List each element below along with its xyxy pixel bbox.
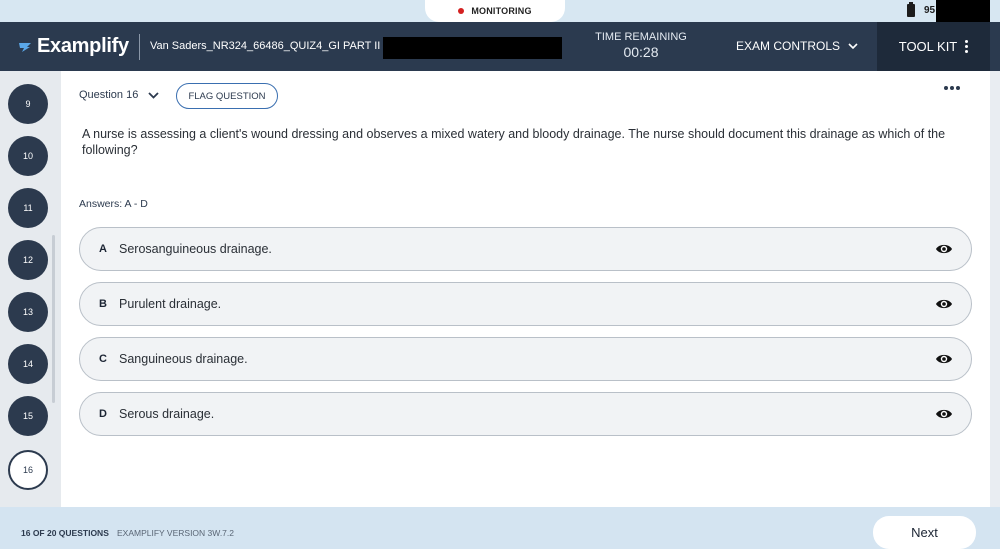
question-nav-item[interactable]: 11: [8, 188, 48, 228]
time-remaining-label: TIME REMAINING: [595, 31, 687, 43]
question-navigator: 9 10 11 12 13 14 15 16: [0, 71, 61, 507]
record-dot-icon: [458, 8, 465, 14]
answer-letter: A: [99, 243, 107, 255]
app-logo: Examplify: [18, 35, 129, 58]
chevron-down-icon: [848, 42, 858, 49]
chevron-down-icon: [148, 91, 159, 99]
answer-option-b[interactable]: B Purulent drainage.: [79, 282, 972, 326]
answer-option-d[interactable]: D Serous drainage.: [79, 392, 972, 436]
question-progress: 16 OF 20 QUESTIONS: [21, 528, 109, 538]
footer-bar: 16 OF 20 QUESTIONS EXAMPLIFY VERSION 3W.…: [0, 507, 1000, 549]
battery-icon: [907, 2, 915, 17]
answer-letter: B: [99, 298, 107, 310]
eye-icon[interactable]: [935, 242, 953, 256]
question-panel: Question 16 FLAG QUESTION A nurse is ass…: [61, 71, 990, 507]
exam-controls-label: EXAM CONTROLS: [736, 39, 841, 53]
kebab-menu-icon: [965, 40, 969, 53]
redaction-box: [936, 0, 990, 22]
monitoring-label: MONITORING: [471, 6, 532, 16]
question-text: A nurse is assessing a client's wound dr…: [82, 127, 946, 157]
eye-icon[interactable]: [935, 352, 953, 366]
question-nav-item[interactable]: 10: [8, 136, 48, 176]
exam-title: Van Saders_NR324_66486_QUIZ4_GI PART II: [150, 40, 381, 52]
question-nav-item[interactable]: 9: [8, 84, 48, 124]
question-label: Question 16: [79, 89, 139, 101]
battery-percent: 95: [924, 5, 936, 16]
toolkit-label: TOOL KIT: [898, 39, 958, 54]
app-header: Examplify Van Saders_NR324_66486_QUIZ4_G…: [0, 22, 1000, 71]
answer-letter: C: [99, 353, 107, 365]
eye-icon[interactable]: [935, 297, 953, 311]
monitoring-indicator: MONITORING: [425, 0, 565, 22]
examplify-logo-icon: [19, 42, 31, 52]
app-version: EXAMPLIFY VERSION 3W.7.2: [117, 528, 234, 538]
answer-text: Serous drainage.: [119, 407, 215, 421]
redaction-box: [383, 37, 562, 59]
exam-controls-button[interactable]: EXAM CONTROLS: [736, 39, 858, 53]
next-button[interactable]: Next: [873, 516, 976, 549]
toolkit-button[interactable]: TOOL KIT: [877, 22, 990, 71]
flag-question-button[interactable]: FLAG QUESTION: [176, 83, 278, 109]
answer-option-a[interactable]: A Serosanguineous drainage.: [79, 227, 972, 271]
question-nav-item[interactable]: 13: [8, 292, 48, 332]
answer-text: Serosanguineous drainage.: [119, 242, 272, 256]
answers-label: Answers: A - D: [79, 198, 148, 210]
time-remaining-value: 00:28: [623, 44, 659, 60]
answer-text: Purulent drainage.: [119, 297, 222, 311]
answer-option-c[interactable]: C Sanguineous drainage.: [79, 337, 972, 381]
header-divider: [139, 34, 140, 60]
more-options-icon[interactable]: [944, 86, 960, 90]
question-selector[interactable]: Question 16: [79, 89, 159, 101]
answer-text: Sanguineous drainage.: [119, 352, 248, 366]
question-nav-item[interactable]: 15: [8, 396, 48, 436]
eye-icon[interactable]: [935, 407, 953, 421]
question-nav-item[interactable]: 14: [8, 344, 48, 384]
time-remaining: TIME REMAINING 00:28: [590, 31, 692, 60]
question-nav-item-current[interactable]: 16: [8, 450, 48, 490]
sidebar-scrollbar[interactable]: [52, 235, 55, 403]
app-name: Examplify: [37, 35, 129, 57]
question-nav-item[interactable]: 12: [8, 240, 48, 280]
answer-letter: D: [99, 408, 107, 420]
